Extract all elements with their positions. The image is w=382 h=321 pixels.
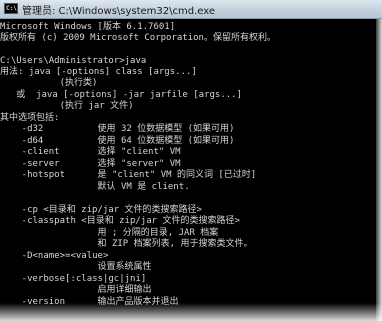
console-line: -d64 使用 64 位数据模型 (如果可用) <box>0 136 235 146</box>
window-right-border <box>376 19 382 321</box>
console-line: -D<name>=<value> <box>0 251 109 261</box>
console-line: -server 选择 "server" VM <box>0 159 181 169</box>
cmd-window: C:\ 管理员: C:\Windows\system32\cmd.exe Mic… <box>0 0 382 321</box>
console-line: C:\Users\Administrator>java <box>0 56 147 66</box>
console-line: Microsoft Windows [版本 6.1.7601] <box>0 22 176 32</box>
console-line: -client 选择 "client" VM <box>0 147 181 157</box>
console-line: 或 java [-options] -jar jarfile [args...] <box>0 90 242 100</box>
console-line: 用 ; 分隔的目录, JAR 档案 <box>0 228 219 238</box>
console-line: 用法: java [-options] class [args...] <box>0 67 197 77</box>
console-line: -classpath <目录和 zip/jar 文件的类搜索路径> <box>0 216 240 226</box>
console-line: -cp <目录和 zip/jar 文件的类搜索路径> <box>0 205 202 215</box>
cmd-icon[interactable]: C:\ <box>4 3 18 14</box>
console-line: (执行类) <box>0 78 98 88</box>
console-line: 启用详细输出 <box>0 285 152 295</box>
console-line: 默认 VM 是 client. <box>0 182 190 192</box>
console-line: 其中选项包括: <box>0 113 60 123</box>
console-line: 版权所有 (c) 2009 Microsoft Corporation。保留所有… <box>0 33 276 43</box>
console-line: 和 ZIP 档案列表, 用于搜索类文件。 <box>0 239 253 249</box>
console-line: 设置系统属性 <box>0 262 152 272</box>
console-line: -verbose[:class|gc|jni] <box>0 274 147 284</box>
console-output[interactable]: Microsoft Windows [版本 6.1.7601] 版权所有 (c)… <box>0 19 382 321</box>
bottom-fade-overlay <box>0 303 382 321</box>
console-line: -hotspot 是 "client" VM 的同义词 [已过时] <box>0 170 257 180</box>
title-bar[interactable]: C:\ 管理员: C:\Windows\system32\cmd.exe <box>0 0 382 19</box>
window-title: 管理员: C:\Windows\system32\cmd.exe <box>22 6 216 17</box>
console-line: (执行 jar 文件) <box>0 101 134 111</box>
console-line: -d32 使用 32 位数据模型 (如果可用) <box>0 124 235 134</box>
